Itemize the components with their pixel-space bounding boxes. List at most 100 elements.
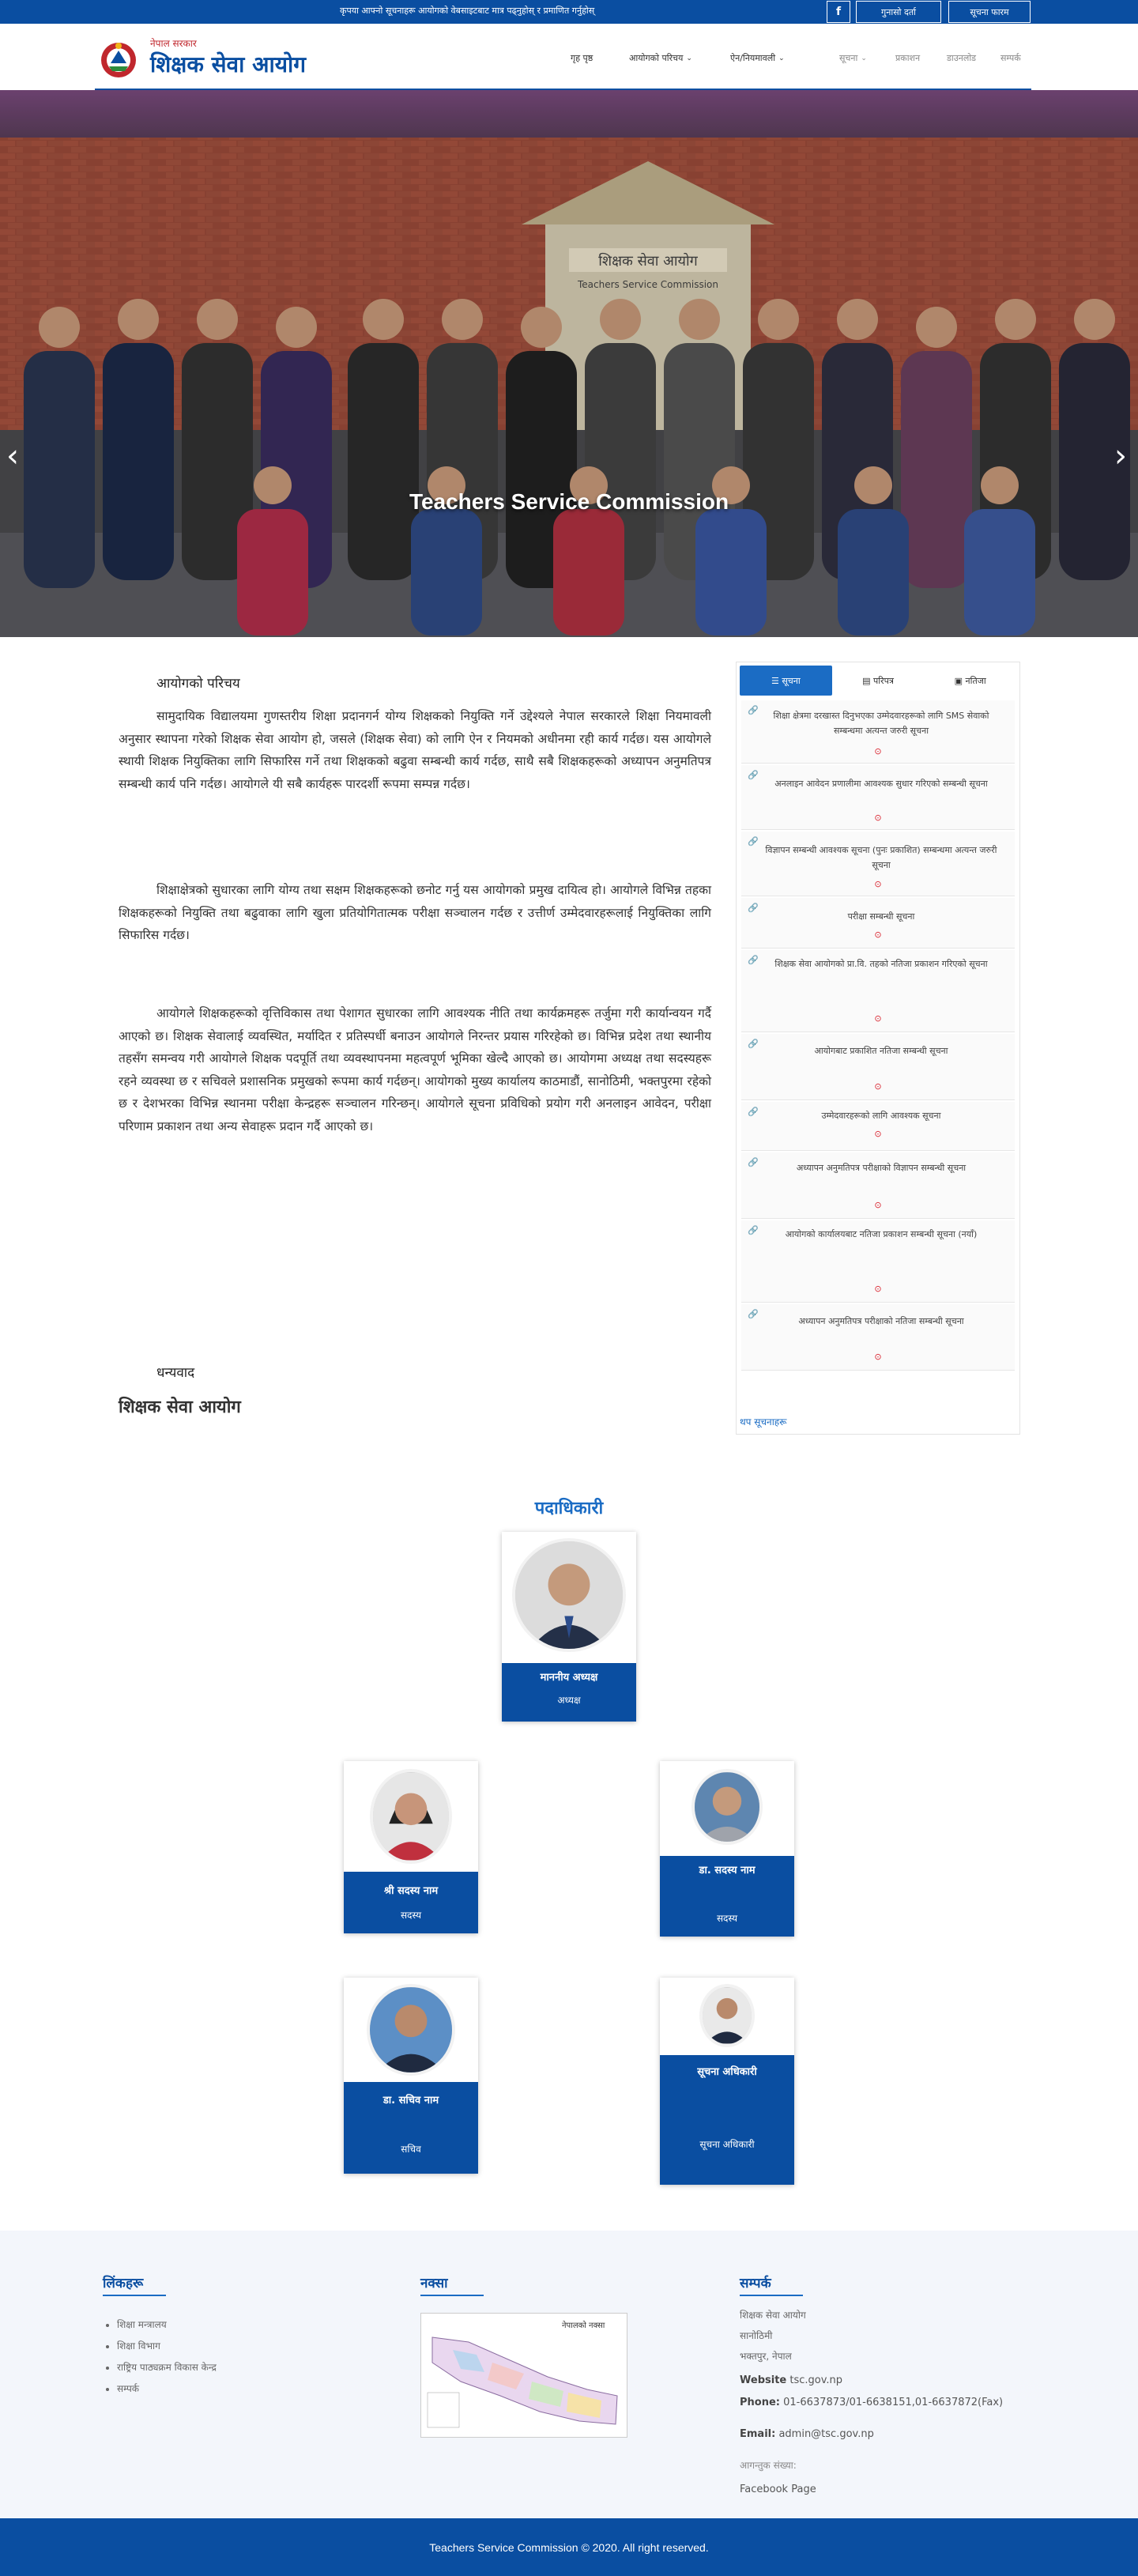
top-notice-text: कृपया आफ्नो सूचनाहरू आयोगको वेबसाइटबाट म… bbox=[340, 6, 595, 16]
top-bar: कृपया आफ्नो सूचनाहरू आयोगको वेबसाइटबाट म… bbox=[0, 0, 1138, 24]
nepal-map[interactable]: नेपालको नक्सा bbox=[420, 2313, 627, 2438]
tab-label: नतिजा bbox=[965, 675, 986, 686]
notice-item[interactable]: 🔗 विज्ञापन सम्बन्धी आवश्यक सूचना (पुनः प… bbox=[741, 832, 1015, 896]
footer-link[interactable]: शिक्षा मन्त्रालय bbox=[117, 2314, 217, 2336]
avatar bbox=[699, 1984, 755, 2047]
tab-results[interactable]: ▣ नतिजा bbox=[924, 666, 1016, 696]
official-card[interactable]: सूचना अधिकारी सूचना अधिकारी bbox=[660, 1978, 794, 2185]
nav-contact[interactable]: सम्पर्क bbox=[1000, 52, 1021, 64]
copyright-bar: Teachers Service Commission © 2020. All … bbox=[0, 2518, 1138, 2576]
footer-link[interactable]: शिक्षा विभाग bbox=[117, 2336, 217, 2357]
contact-website: Website tsc.gov.np bbox=[740, 2374, 842, 2386]
nav-label: ऐन/नियमावली bbox=[730, 53, 776, 63]
notice-item[interactable]: 🔗 अनलाइन आवेदन प्रणालीमा आवश्यक सुधार गर… bbox=[741, 765, 1015, 830]
nav-label: सूचना bbox=[839, 53, 858, 63]
nepal-emblem-icon[interactable] bbox=[96, 40, 141, 79]
notice-item[interactable]: 🔗 शिक्षा क्षेत्रमा दरखास्त दिनुभएका उम्म… bbox=[741, 700, 1015, 764]
article-sign: धन्यवाद bbox=[156, 1365, 195, 1381]
chevron-down-icon: ⌄ bbox=[778, 54, 785, 62]
nav-acts[interactable]: ऐन/नियमावली ⌄ bbox=[730, 52, 785, 64]
avatar bbox=[691, 1769, 763, 1845]
logo-title[interactable]: शिक्षक सेवा आयोग bbox=[150, 49, 306, 79]
link-icon: 🔗 bbox=[748, 770, 759, 780]
tab-label: परिपत्र bbox=[872, 675, 894, 686]
notice-item[interactable]: 🔗 आयोगको कार्यालयबाट नतिजा प्रकाशन सम्बन… bbox=[741, 1220, 1015, 1303]
notice-item[interactable]: 🔗 उम्मेदवारहरूको लागि आवश्यक सूचना ⊙ bbox=[741, 1102, 1015, 1151]
footer-link[interactable]: सम्पर्क bbox=[117, 2378, 217, 2400]
footer-divider bbox=[740, 2295, 803, 2296]
nav-about[interactable]: आयोगको परिचय ⌄ bbox=[629, 52, 692, 64]
logo-subtitle: नेपाल सरकार bbox=[150, 38, 197, 49]
facebook-icon[interactable]: f bbox=[827, 1, 850, 23]
phone-value: 01-6637873/01-6638151,01-6637872(Fax) bbox=[783, 2397, 1004, 2408]
notice-text: आयोगबाट प्रकाशित नतिजा सम्बन्धी सूचना bbox=[814, 1046, 948, 1056]
clock-icon: ⊙ bbox=[874, 1200, 882, 1210]
clock-icon: ⊙ bbox=[874, 1284, 882, 1294]
document-icon: ▤ bbox=[862, 675, 873, 686]
footer-links-title: लिंकहरू bbox=[103, 2276, 144, 2291]
official-name: माननीय अध्यक्ष bbox=[540, 1672, 598, 1684]
tab-notices[interactable]: ☰ सूचना bbox=[740, 666, 832, 696]
clock-icon: ⊙ bbox=[874, 1081, 882, 1092]
nav-notices[interactable]: सूचना ⌄ bbox=[839, 52, 867, 64]
notice-form-button[interactable]: सूचना फारम bbox=[948, 1, 1031, 23]
website-value[interactable]: tsc.gov.np bbox=[789, 2374, 842, 2386]
avatar bbox=[512, 1538, 626, 1652]
notice-text: अध्यापन अनुमतिपत्र परीक्षाको नतिजा सम्बन… bbox=[798, 1316, 964, 1326]
hero-caption: Teachers Service Commission bbox=[409, 489, 729, 514]
list-icon: ☰ bbox=[771, 675, 782, 686]
email-label: Email: bbox=[740, 2428, 776, 2440]
tab-circulars[interactable]: ▤ परिपत्र bbox=[832, 666, 925, 696]
notice-panel: ☰ सूचना ▤ परिपत्र ▣ नतिजा 🔗 शिक्षा क्षेत… bbox=[736, 662, 1020, 1435]
contact-phone: Phone: 01-6637873/01-6638151,01-6637872(… bbox=[740, 2397, 1003, 2408]
clock-icon: ⊙ bbox=[874, 1013, 882, 1024]
notice-item[interactable]: 🔗 अध्यापन अनुमतिपत्र परीक्षाको नतिजा सम्… bbox=[741, 1304, 1015, 1371]
official-card[interactable]: डा. सचिव नाम सचिव bbox=[344, 1978, 478, 2174]
hero-photo: शिक्षक सेवा आयोग Teachers Service Commis… bbox=[0, 90, 1138, 637]
article-big-title: शिक्षक सेवा आयोग bbox=[119, 1397, 241, 1417]
footer-link[interactable]: राष्ट्रिय पाठ्यक्रम विकास केन्द्र bbox=[117, 2357, 217, 2378]
footer-map-title: नक्सा bbox=[420, 2276, 448, 2291]
nav-downloads[interactable]: डाउनलोड bbox=[947, 52, 976, 64]
link-icon: 🔗 bbox=[748, 1157, 759, 1167]
footer-divider bbox=[420, 2295, 484, 2296]
official-card[interactable]: श्री सदस्य नाम सदस्य bbox=[344, 1761, 478, 1933]
link-icon: 🔗 bbox=[748, 1225, 759, 1235]
nav-label: गृह पृष्ठ bbox=[571, 53, 593, 63]
nav-publications[interactable]: प्रकाशन bbox=[895, 52, 920, 64]
map-icon: नेपालको नक्सा bbox=[427, 2321, 618, 2428]
clock-icon: ⊙ bbox=[874, 1352, 882, 1362]
nav-home[interactable]: गृह पृष्ठ bbox=[571, 52, 593, 64]
officials-title: पदाधिकारी bbox=[534, 1499, 604, 1518]
article-heading: आयोगको परिचय bbox=[156, 676, 240, 692]
tab-label: सूचना bbox=[782, 675, 801, 686]
nav-label: आयोगको परिचय bbox=[629, 53, 684, 63]
more-notices-link[interactable]: थप सूचनाहरू bbox=[740, 1415, 787, 1428]
notice-text: शिक्षा क्षेत्रमा दरखास्त दिनुभएका उम्मेद… bbox=[773, 711, 989, 736]
chevron-right-icon[interactable]: › bbox=[1114, 438, 1127, 474]
official-role: अध्यक्ष bbox=[557, 1695, 581, 1706]
official-role: सदस्य bbox=[716, 1913, 738, 1924]
notice-item[interactable]: 🔗 अध्यापन अनुमतिपत्र परीक्षाको विज्ञापन … bbox=[741, 1152, 1015, 1219]
notice-text: शिक्षक सेवा आयोगको प्रा.वि. तहको नतिजा प… bbox=[774, 959, 988, 969]
notice-text: परीक्षा सम्बन्धी सूचना bbox=[847, 911, 915, 922]
link-icon: 🔗 bbox=[748, 836, 759, 847]
notice-item[interactable]: 🔗 आयोगबाट प्रकाशित नतिजा सम्बन्धी सूचना … bbox=[741, 1034, 1015, 1100]
nav-label: प्रकाशन bbox=[895, 53, 921, 63]
chevron-left-icon[interactable]: ‹ bbox=[6, 438, 19, 474]
link-icon: 🔗 bbox=[748, 1039, 759, 1049]
article-paragraph: आयोगले शिक्षकहरूको वृत्तिविकास तथा पेशाग… bbox=[119, 1006, 711, 1133]
complaint-button[interactable]: गुनासो दर्ता bbox=[856, 1, 941, 23]
clock-icon: ⊙ bbox=[874, 879, 882, 889]
notice-text: उम्मेदवारहरूको लागि आवश्यक सूचना bbox=[821, 1111, 941, 1121]
notice-item[interactable]: 🔗 परीक्षा सम्बन्धी सूचना ⊙ bbox=[741, 898, 1015, 949]
facebook-page-link[interactable]: Facebook Page bbox=[740, 2484, 816, 2495]
notice-item[interactable]: 🔗 शिक्षक सेवा आयोगको प्रा.वि. तहको नतिजा… bbox=[741, 950, 1015, 1032]
briefcase-icon: ▣ bbox=[954, 675, 966, 686]
hero-carousel[interactable]: शिक्षक सेवा आयोग Teachers Service Commis… bbox=[0, 90, 1138, 637]
email-value[interactable]: admin@tsc.gov.np bbox=[778, 2428, 873, 2440]
facebook-label: Facebook Page bbox=[740, 2484, 816, 2495]
official-card[interactable]: माननीय अध्यक्ष अध्यक्ष bbox=[502, 1532, 636, 1722]
official-card[interactable]: डा. सदस्य नाम सदस्य bbox=[660, 1761, 794, 1937]
official-name: डा. सचिव नाम bbox=[382, 2095, 439, 2106]
